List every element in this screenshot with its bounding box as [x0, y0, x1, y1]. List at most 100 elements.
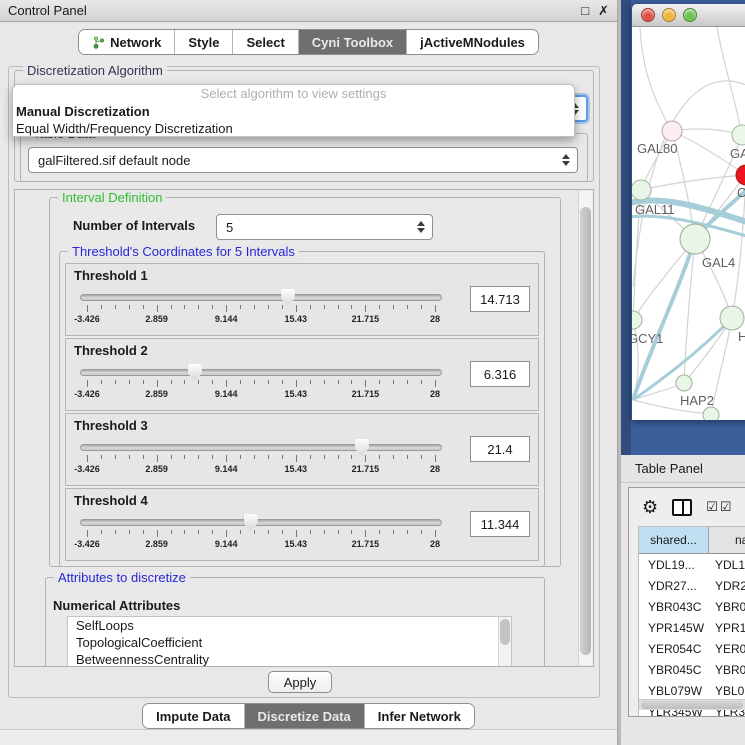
network-node-gal11[interactable] — [632, 180, 651, 200]
dropdown-option-manual[interactable]: Manual Discretization — [13, 103, 574, 120]
table-row[interactable]: YPR145WYPR1 — [639, 617, 745, 638]
tab-cyni-toolbox[interactable]: Cyni Toolbox — [299, 30, 407, 54]
network-node-selected[interactable] — [736, 165, 745, 185]
tab-label: Network — [110, 35, 161, 50]
slider-thumb[interactable] — [188, 364, 202, 381]
table-panel-title: Table Panel — [635, 461, 703, 476]
threshold-1-panel: Threshold 1 -3.4262.8599.14415.4321.7152… — [65, 263, 539, 336]
table-row[interactable]: YBL079WYBL0 — [639, 680, 745, 701]
attribute-item[interactable]: BetweennessCentrality — [68, 651, 511, 667]
slider-ticks — [87, 305, 435, 313]
apply-button[interactable]: Apply — [268, 671, 332, 693]
tab-infer-network[interactable]: Infer Network — [365, 704, 474, 728]
table-panel: ⚙ ☑☑ shared... na YDL19...YDL1YDR27...YD… — [628, 487, 745, 717]
table-cell: YBL0 — [709, 684, 745, 698]
tab-discretize-data[interactable]: Discretize Data — [245, 704, 365, 728]
traffic-light-minimize-icon[interactable] — [662, 8, 676, 22]
node-label: GAL4 — [702, 255, 735, 270]
table-row[interactable]: YBR045CYBR0 — [639, 659, 745, 680]
top-tab-row: Network Style Select Cyni Toolbox jActiv… — [0, 29, 617, 59]
threshold-slider: -3.4262.8599.14415.4321.71528 — [80, 439, 442, 483]
attributes-scrollbar[interactable] — [498, 617, 511, 667]
table-row[interactable]: YDR27...YDR2 — [639, 575, 745, 596]
tab-jactivemnodules[interactable]: jActiveMNodules — [407, 30, 538, 54]
table-data-value: galFiltered.sif default node — [38, 153, 190, 168]
table-toolbar: ⚙ ☑☑ — [629, 488, 745, 526]
slider-thumb[interactable] — [355, 439, 369, 456]
traffic-light-close-icon[interactable] — [641, 8, 655, 22]
node-label: GAL80 — [637, 141, 677, 156]
network-node-gal80[interactable] — [662, 121, 682, 141]
network-canvas[interactable]: GAL80 GAL11 GAL4 GCY1 HAP2 GA C H — [632, 27, 745, 420]
split-view-icon[interactable] — [672, 499, 692, 516]
settings-scrollpane: Interval Definition Number of Intervals … — [14, 189, 594, 667]
slider-scale-labels: -3.4262.8599.14415.4321.71528 — [87, 389, 435, 401]
tab-style[interactable]: Style — [175, 30, 233, 54]
dropdown-placeholder: Select algorithm to view settings — [13, 85, 574, 103]
tab-select[interactable]: Select — [233, 30, 298, 54]
table-cell: YER0 — [709, 642, 745, 656]
control-panel-titlebar: Control Panel □ ✗ — [0, 0, 617, 22]
num-intervals-combobox[interactable]: 5 — [216, 214, 433, 240]
table-data-combobox[interactable]: galFiltered.sif default node — [28, 147, 578, 173]
threshold-value-field[interactable]: 21.4 — [470, 436, 530, 462]
table-cell: YDR27... — [639, 579, 709, 593]
close-icon[interactable]: ✗ — [598, 4, 609, 17]
threshold-value-field[interactable]: 11.344 — [470, 511, 530, 537]
column-header-shared[interactable]: shared... — [639, 527, 709, 554]
table-row[interactable]: YER054CYER0 — [639, 638, 745, 659]
column-header-name[interactable]: na — [709, 527, 745, 554]
table-cell: YPR1 — [709, 621, 745, 635]
threshold-4-panel: Threshold 4 -3.4262.8599.14415.4321.7152… — [65, 488, 539, 561]
panel-title: Control Panel — [8, 3, 572, 18]
tab-label: Cyni Toolbox — [312, 35, 393, 50]
combo-arrows-icon — [417, 221, 425, 233]
group-legend: Threshold's Coordinates for 5 Intervals — [68, 244, 299, 259]
tab-network[interactable]: Network — [79, 30, 175, 54]
right-column: GAL80 GAL11 GAL4 GCY1 HAP2 GA C H Table … — [621, 0, 745, 745]
attribute-item[interactable]: TopologicalCoefficient — [68, 634, 511, 651]
settings-vertical-scrollbar[interactable] — [578, 191, 592, 665]
table-cell: YBR0 — [709, 600, 745, 614]
threshold-2-panel: Threshold 2 -3.4262.8599.14415.4321.7152… — [65, 338, 539, 411]
network-node-gcy1[interactable] — [632, 311, 642, 329]
network-node[interactable] — [732, 125, 745, 145]
threshold-value-field[interactable]: 6.316 — [470, 361, 530, 387]
slider-thumb[interactable] — [244, 514, 258, 531]
network-node-hap2[interactable] — [676, 375, 692, 391]
table-horizontal-scrollbar[interactable] — [639, 699, 745, 710]
slider-thumb[interactable] — [281, 289, 295, 306]
node-label: GA — [730, 146, 745, 161]
network-node-h[interactable] — [720, 306, 744, 330]
attribute-item[interactable]: SelfLoops — [68, 617, 511, 634]
gear-icon[interactable]: ⚙ — [642, 498, 658, 516]
float-window-icon[interactable]: □ — [581, 4, 589, 17]
bottom-tab-row: Impute Data Discretize Data Infer Networ… — [0, 703, 617, 729]
network-node[interactable] — [703, 407, 719, 420]
threshold-label: Threshold 4 — [74, 493, 148, 508]
tab-label: Discretize Data — [258, 709, 351, 724]
column-checkboxes-icon[interactable]: ☑☑ — [706, 499, 733, 515]
threshold-label: Threshold 1 — [74, 268, 148, 283]
threshold-slider: -3.4262.8599.14415.4321.71528 — [80, 514, 442, 558]
threshold-value-field[interactable]: 14.713 — [470, 286, 530, 312]
dropdown-option-equal-width[interactable]: Equal Width/Frequency Discretization — [13, 120, 574, 137]
group-legend: Interval Definition — [58, 190, 166, 205]
table-cell: YBR043C — [639, 600, 709, 614]
threshold-label: Threshold 2 — [74, 343, 148, 358]
traffic-light-zoom-icon[interactable] — [683, 8, 697, 22]
tab-impute-data[interactable]: Impute Data — [143, 704, 244, 728]
node-label: H — [738, 329, 745, 344]
num-intervals-label: Number of Intervals — [73, 218, 195, 233]
table-cell: YDL1 — [709, 558, 745, 572]
slider-scale-labels: -3.4262.8599.14415.4321.71528 — [87, 539, 435, 551]
table-cell: YPR145W — [639, 621, 709, 635]
table-row[interactable]: YBR043CYBR0 — [639, 596, 745, 617]
group-legend: Discretization Algorithm — [23, 63, 167, 78]
network-node-gal4[interactable] — [680, 224, 710, 254]
node-label: C — [737, 185, 745, 200]
tab-label: Impute Data — [156, 709, 230, 724]
table-cell: YER054C — [639, 642, 709, 656]
table-row[interactable]: YDL19...YDL1 — [639, 554, 745, 575]
table-cell: YDL19... — [639, 558, 709, 572]
